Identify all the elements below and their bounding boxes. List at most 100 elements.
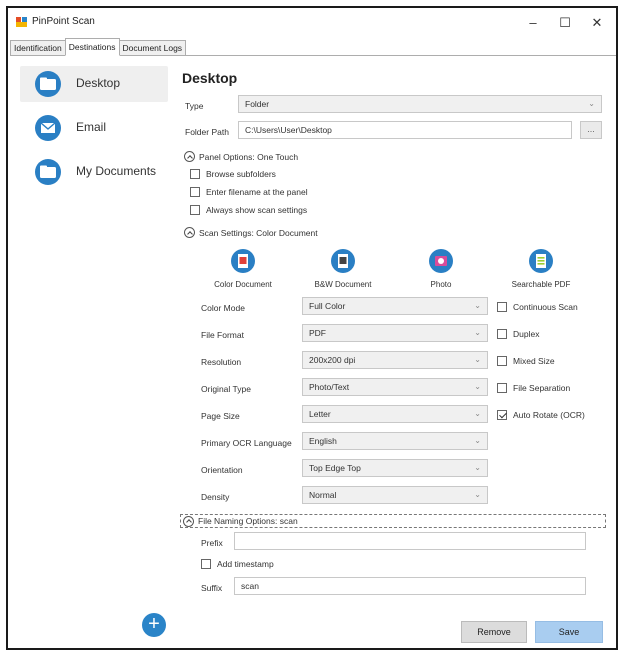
- tab-destinations[interactable]: Destinations: [64, 38, 120, 56]
- minimize-button[interactable]: –: [518, 12, 548, 34]
- page-title: Desktop: [182, 70, 238, 86]
- setting-value: English: [309, 436, 337, 446]
- doc-type-searchable-pdf[interactable]: Searchable PDF: [496, 248, 586, 289]
- checkbox-checked[interactable]: [497, 410, 507, 420]
- setting-label-page-size: Page Size: [201, 411, 240, 421]
- checkbox[interactable]: [190, 169, 200, 179]
- panel-options-header[interactable]: Panel Options: One Touch: [184, 151, 298, 162]
- nav-label-my-documents: My Documents: [76, 164, 157, 178]
- checkbox[interactable]: [497, 302, 507, 312]
- option-label: File Separation: [513, 383, 571, 393]
- setting-label-color-mode: Color Mode: [201, 303, 245, 313]
- prefix-input[interactable]: [234, 532, 586, 550]
- setting-label-density: Density: [201, 492, 230, 502]
- checkbox[interactable]: [497, 329, 507, 339]
- remove-button[interactable]: Remove: [461, 621, 527, 643]
- option-enter-filename[interactable]: Enter filename at the panel: [190, 187, 308, 197]
- setting-label-original-type: Original Type: [201, 384, 251, 394]
- checkbox[interactable]: [497, 356, 507, 366]
- chevron-down-icon: ⌄: [474, 463, 481, 472]
- checkbox[interactable]: [190, 205, 200, 215]
- setting-select-ocr-language[interactable]: English ⌄: [302, 432, 488, 450]
- option-continuous-scan[interactable]: Continuous Scan: [497, 302, 578, 312]
- panel-options-title: Panel Options: One Touch: [199, 151, 299, 162]
- chevron-down-icon: ⌄: [474, 436, 481, 445]
- setting-select-orientation[interactable]: Top Edge Top ⌄: [302, 459, 488, 477]
- type-label: Type: [185, 101, 204, 111]
- setting-select-color-mode[interactable]: Full Color ⌄: [302, 297, 488, 315]
- tab-document-logs[interactable]: Document Logs: [118, 40, 187, 56]
- color-document-icon: [231, 249, 255, 273]
- doc-type-photo[interactable]: Photo: [396, 248, 486, 289]
- setting-value: Top Edge Top: [309, 463, 361, 473]
- option-always-show-settings[interactable]: Always show scan settings: [190, 205, 307, 215]
- doc-type-bw-document[interactable]: B&W Document: [298, 248, 388, 289]
- option-label: Auto Rotate (OCR): [513, 410, 585, 420]
- setting-value: Full Color: [309, 301, 346, 311]
- file-naming-header[interactable]: File Naming Options: scan: [180, 514, 606, 528]
- folder-icon: [35, 159, 61, 185]
- save-button[interactable]: Save: [535, 621, 603, 643]
- maximize-button[interactable]: ☐: [550, 12, 580, 34]
- option-mixed-size[interactable]: Mixed Size: [497, 356, 555, 366]
- type-select[interactable]: Folder ⌄: [238, 95, 602, 113]
- setting-label-orientation: Orientation: [201, 465, 243, 475]
- file-naming-title: File Naming Options: scan: [198, 516, 298, 526]
- setting-select-file-format[interactable]: PDF ⌄: [302, 324, 488, 342]
- chevron-down-icon: ⌄: [474, 301, 481, 310]
- checkbox[interactable]: [190, 187, 200, 197]
- setting-label-ocr-language: Primary OCR Language: [201, 438, 292, 448]
- doc-type-label: Photo: [430, 280, 452, 289]
- option-label: Add timestamp: [217, 559, 274, 569]
- doc-type-color-document[interactable]: Color Document: [198, 248, 288, 289]
- setting-select-page-size[interactable]: Letter ⌄: [302, 405, 488, 423]
- setting-label-resolution: Resolution: [201, 357, 242, 367]
- checkbox[interactable]: [497, 383, 507, 393]
- chevron-down-icon: ⌄: [474, 409, 481, 418]
- tab-bar: Identification Destinations Document Log…: [10, 38, 187, 56]
- browse-button[interactable]: ...: [580, 121, 602, 139]
- close-button[interactable]: ✕: [582, 12, 612, 34]
- suffix-label: Suffix: [201, 583, 223, 593]
- chevron-down-icon: ⌄: [588, 99, 595, 108]
- option-label: Mixed Size: [513, 356, 555, 366]
- setting-select-density[interactable]: Normal ⌄: [302, 486, 488, 504]
- setting-value: Letter: [309, 409, 331, 419]
- tab-identification[interactable]: Identification: [10, 40, 66, 56]
- checkbox[interactable]: [201, 559, 211, 569]
- scan-settings-header[interactable]: Scan Settings: Color Document: [184, 227, 318, 238]
- chevron-down-icon: ⌄: [474, 382, 481, 391]
- doc-type-label: Searchable PDF: [511, 280, 571, 289]
- option-label: Always show scan settings: [206, 205, 308, 215]
- chevron-down-icon: ⌄: [474, 328, 481, 337]
- option-label: Browse subfolders: [206, 169, 276, 179]
- add-destination-button[interactable]: +: [142, 613, 166, 637]
- folder-path-label: Folder Path: [185, 127, 229, 137]
- collapse-icon: [183, 515, 194, 527]
- option-auto-rotate[interactable]: Auto Rotate (OCR): [497, 410, 585, 420]
- option-label: Enter filename at the panel: [206, 187, 308, 197]
- option-label: Duplex: [513, 329, 540, 339]
- suffix-input[interactable]: scan: [234, 577, 586, 595]
- setting-value: PDF: [309, 328, 326, 338]
- setting-value: Normal: [309, 490, 337, 500]
- destination-list: Desktop Email My Documents: [20, 66, 168, 198]
- photo-icon: [429, 249, 453, 273]
- option-add-timestamp[interactable]: Add timestamp: [201, 559, 274, 569]
- option-browse-subfolders[interactable]: Browse subfolders: [190, 169, 276, 179]
- option-duplex[interactable]: Duplex: [497, 329, 539, 339]
- folder-path-input[interactable]: C:\Users\User\Desktop: [238, 121, 572, 139]
- chevron-down-icon: ⌄: [474, 490, 481, 499]
- collapse-icon: [184, 227, 195, 238]
- nav-item-my-documents[interactable]: My Documents: [20, 154, 168, 190]
- nav-item-email[interactable]: Email: [20, 110, 168, 146]
- nav-item-desktop[interactable]: Desktop: [20, 66, 168, 102]
- app-logo-icon: [16, 17, 27, 27]
- setting-select-resolution[interactable]: 200x200 dpi ⌄: [302, 351, 488, 369]
- setting-value: 200x200 dpi: [309, 355, 356, 365]
- setting-select-original-type[interactable]: Photo/Text ⌄: [302, 378, 488, 396]
- option-file-separation[interactable]: File Separation: [497, 383, 570, 393]
- searchable-pdf-icon: [529, 249, 553, 273]
- option-label: Continuous Scan: [513, 302, 578, 312]
- bw-document-icon: [331, 249, 355, 273]
